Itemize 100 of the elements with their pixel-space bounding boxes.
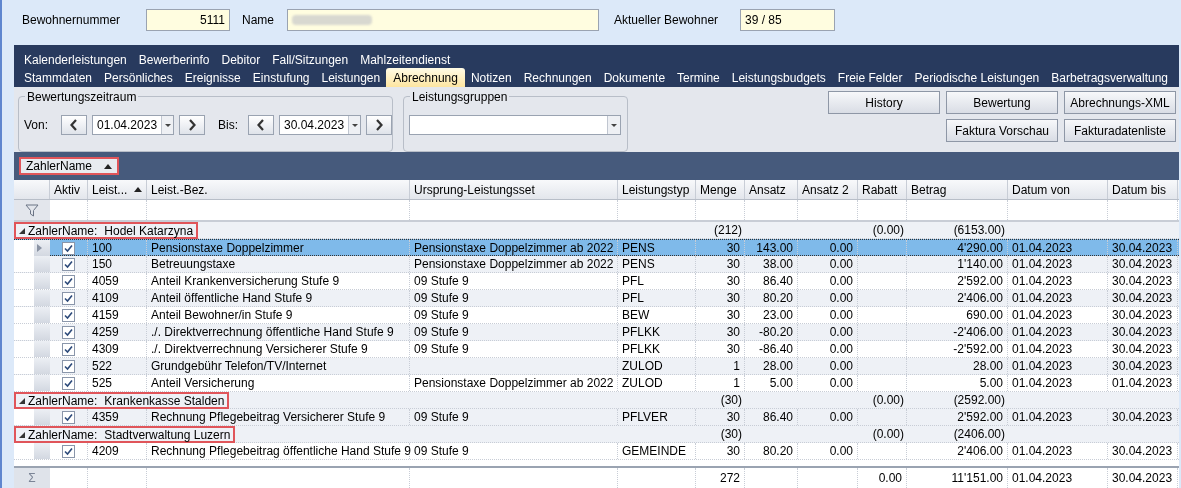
group-row-label[interactable]: ZahlerName: Stadtverwaltung Luzern	[14, 426, 236, 443]
table-row[interactable]: 4159 Anteil Bewohner/in Stufe 9 09 Stufe 9 BEW 30 23.00 0.00 690.00 01.04.2023 30.04.2023	[14, 307, 1179, 324]
current-row-icon	[37, 244, 42, 252]
table-row[interactable]: 525 Anteil Versicherung Pensionstaxe Doppelzimmer ab 2022 ZULOD 1 5.00 0.00 5.00 01.04.2023 01.04.2023	[14, 375, 1179, 392]
dropdown-caret-icon[interactable]	[161, 116, 173, 134]
table-cell: PFLKK	[618, 341, 696, 357]
action-button[interactable]: Fakturadatenliste	[1064, 119, 1176, 142]
column-header[interactable]: Ursprung-Leistungsset	[410, 180, 618, 199]
table-cell: Pensionstaxe Doppelzimmer ab 2022	[410, 375, 618, 391]
aktiv-checkbox[interactable]	[62, 274, 75, 288]
column-header[interactable]: Ansatz 2	[798, 180, 858, 199]
aktiv-checkbox[interactable]	[62, 291, 75, 305]
tab[interactable]: Barbetragsverwaltung	[1045, 69, 1174, 87]
tab[interactable]: Persönliches	[98, 69, 179, 87]
chevron-left-icon	[257, 119, 265, 131]
tab[interactable]: Dokumente	[597, 69, 672, 87]
previous-button[interactable]	[248, 115, 274, 135]
tab[interactable]: Freie Felder	[831, 69, 909, 87]
action-button[interactable]: Abrechnungs-XML	[1064, 91, 1176, 114]
action-button[interactable]: History	[828, 91, 940, 114]
table-cell: 30.04.2023	[1108, 256, 1178, 272]
dropdown-caret-icon[interactable]	[348, 116, 360, 134]
aktiv-checkbox[interactable]	[62, 410, 75, 424]
table-cell: 30	[696, 341, 745, 357]
tab[interactable]: Einstufung	[246, 69, 316, 87]
table-row[interactable]: 100 Pensionstaxe Doppelzimmer Pensionstaxe Doppelzimmer ab 2022 PENS 30 143.00 0.00 4'290.00 01.04.2023 30.04.2023	[14, 239, 1179, 256]
current-resident-field[interactable]: 39 / 85	[740, 9, 835, 31]
column-header[interactable]: Datum bis	[1108, 180, 1178, 199]
aktiv-checkbox[interactable]	[62, 342, 75, 356]
group-row-label[interactable]: ZahlerName: Hodel Katarzyna	[14, 222, 199, 239]
tab[interactable]: Bewerberinfo	[132, 51, 216, 69]
column-header[interactable]: Ansatz	[745, 180, 798, 199]
tab[interactable]: Periodische Leistungen	[908, 69, 1046, 87]
collapse-icon[interactable]	[19, 227, 25, 234]
tab[interactable]: Stammdaten	[18, 69, 99, 87]
table-cell: 4309	[88, 341, 147, 357]
table-cell: ZULOD	[618, 358, 696, 374]
dropdown-caret-icon[interactable]	[607, 116, 620, 134]
table-cell: Rechnung Pflegebeitrag öffentliche Hand Stufe 9	[147, 443, 410, 459]
table-cell: 0.00	[798, 256, 858, 272]
column-header[interactable]: Menge	[696, 180, 745, 199]
table-row[interactable]: 4259 ./. Direktverrechnung öffentliche Hand Stufe 9 09 Stufe 9 PFLKK 30 -80.20 0.00 -2'406.00 01.04.2023 30.04.2023	[14, 324, 1179, 341]
table-cell: 30	[696, 273, 745, 289]
table-cell: 30.04.2023	[1108, 290, 1178, 306]
tab[interactable]: Rechnungen	[517, 69, 598, 87]
aktiv-checkbox[interactable]	[62, 325, 75, 339]
aktiv-checkbox[interactable]	[62, 376, 75, 390]
aktiv-checkbox[interactable]	[62, 359, 75, 373]
tab[interactable]: Notizen	[464, 69, 518, 87]
date-from-field[interactable]: 01.04.2023	[92, 115, 174, 135]
tab[interactable]: Ereignisse	[178, 69, 247, 87]
table-row[interactable]: 4309 ./. Direktverrechnung Versicherer Stufe 9 09 Stufe 9 PFLKK 30 -86.40 0.00 -2'592.00 01.04.2023 30.04.2023	[14, 341, 1179, 358]
tab[interactable]: Debitor	[215, 51, 267, 69]
column-header[interactable]: Rabatt	[858, 180, 907, 199]
aktiv-checkbox[interactable]	[62, 308, 75, 322]
chevron-right-icon	[375, 119, 383, 131]
table-cell: Grundgebühr Telefon/TV/Internet	[147, 358, 410, 374]
table-cell: 2'592.00	[907, 273, 1008, 289]
next-button[interactable]	[366, 115, 392, 135]
filter-icon[interactable]	[25, 203, 39, 217]
row-selector[interactable]	[34, 240, 50, 256]
table-cell: 2'406.00	[907, 290, 1008, 306]
table-row[interactable]: 4059 Anteil Krankenversicherung Stufe 9 09 Stufe 9 PFL 30 86.40 0.00 2'592.00 01.04.2023 30.04.2023	[14, 273, 1179, 290]
collapse-icon[interactable]	[19, 431, 25, 438]
table-cell: -2'406.00	[907, 324, 1008, 340]
group-by-chip[interactable]: ZahlerName	[19, 157, 119, 175]
column-header[interactable]: Leist...	[88, 180, 147, 199]
tab[interactable]: Leistungen	[315, 69, 387, 87]
table-row[interactable]: 4109 Anteil öffentliche Hand Stufe 9 09 Stufe 9 PFL 30 80.20 0.00 2'406.00 01.04.2023 30.04.2023	[14, 290, 1179, 307]
previous-button[interactable]	[61, 115, 87, 135]
tab[interactable]: Abrechnung	[386, 68, 465, 87]
column-header[interactable]: Betrag	[907, 180, 1008, 199]
collapse-icon[interactable]	[19, 397, 25, 404]
table-cell: Pensionstaxe Doppelzimmer ab 2022	[410, 256, 618, 272]
aktiv-checkbox[interactable]	[62, 257, 75, 271]
column-header[interactable]: Datum von	[1008, 180, 1108, 199]
table-row[interactable]: 150 Betreuungstaxe Pensionstaxe Doppelzimmer ab 2022 PENS 30 38.00 0.00 1'140.00 01.04.2023 30.04.2023	[14, 256, 1179, 273]
aktiv-checkbox[interactable]	[62, 444, 75, 458]
tab[interactable]: Termine	[671, 69, 726, 87]
aktiv-checkbox[interactable]	[62, 241, 75, 255]
column-header[interactable]: Aktiv	[50, 180, 88, 199]
table-cell: 4159	[88, 307, 147, 323]
table-cell: Rechnung Pflegebeitrag Versicherer Stufe 9	[147, 409, 410, 425]
tab[interactable]: Kalenderleistungen	[18, 51, 133, 69]
date-to-field[interactable]: 30.04.2023	[279, 115, 361, 135]
next-button[interactable]	[179, 115, 205, 135]
column-header[interactable]: Leistungstyp	[618, 180, 696, 199]
table-row[interactable]: 4359 Rechnung Pflegebeitrag Versicherer Stufe 9 09 Stufe 9 PFLVER 30 86.40 0.00 2'592.00 01.04.2023 30.04.2023	[14, 409, 1179, 426]
tab[interactable]: Mahlzeitendienst	[354, 51, 457, 69]
table-row[interactable]: 522 Grundgebühr Telefon/TV/Internet ZULOD 1 28.00 0.00 28.00 01.04.2023 30.04.2023	[14, 358, 1179, 375]
resident-number-field[interactable]: 5111	[146, 9, 230, 31]
group-row-label[interactable]: ZahlerName: Krankenkasse Stalden	[14, 392, 230, 409]
table-row[interactable]: 4209 Rechnung Pflegebeitrag öffentliche Hand Stufe 9 09 Stufe 9 GEMEINDE 30 80.20 0.00 2'406.00 01.04.2023 30.04.2023	[14, 443, 1179, 460]
table-cell: 09 Stufe 9	[410, 324, 618, 340]
action-button[interactable]: Faktura Vorschau	[946, 119, 1058, 142]
tab[interactable]: Fall/Sitzungen	[266, 51, 355, 69]
column-header[interactable]: Leist.-Bez.	[147, 180, 410, 199]
name-field[interactable]	[287, 9, 599, 31]
tab[interactable]: Leistungsbudgets	[725, 69, 832, 87]
action-button[interactable]: Bewertung	[946, 91, 1058, 114]
